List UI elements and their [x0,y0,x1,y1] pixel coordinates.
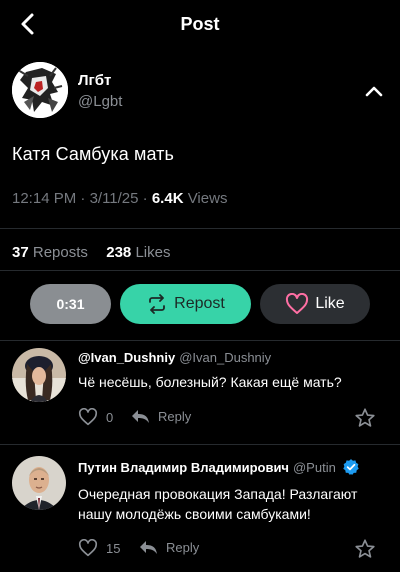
author-handle[interactable]: @Lgbt [78,93,122,110]
star-icon [355,408,375,427]
post-time: 12:14 PM [12,190,77,207]
likes-label[interactable]: Likes [135,244,170,261]
page-title: Post [180,14,220,34]
reply-author-handle[interactable]: @Putin [293,460,336,475]
reply-label: Reply [166,539,200,555]
post-author: Лгбт @Lgbt [12,62,388,118]
reposts-label[interactable]: Reposts [33,244,88,261]
avatar-image [12,456,66,510]
reply-text: Чё несёшь, болезный? Какая ещё мать? [78,374,342,390]
reply-like-count: 0 [106,409,114,425]
reply-author-name[interactable]: Путин Владимир Владимирович [78,460,289,475]
like-label: Like [315,295,345,312]
author-name[interactable]: Лгбт [78,72,111,89]
divider [0,270,400,271]
reply-avatar[interactable] [12,456,66,510]
top-bar: Post [0,0,400,48]
views-count: 6.4K [151,190,184,207]
star-icon [355,539,375,558]
reply-arrow-icon [132,410,149,423]
avatar-image [12,62,68,118]
repost-label: Repost [174,295,225,312]
heart-icon [286,293,309,314]
avatar-image [12,348,66,402]
reply-item: Путин Владимир Владимирович @Putin Очеред… [0,444,400,572]
reply-like-button[interactable]: 15 [78,539,120,557]
reply-header: @Ivan_Dushniy @Ivan_Dushniy [78,350,271,365]
reply-item: @Ivan_Dushniy @Ivan_Dushniy Чё несёшь, бо… [0,340,400,444]
repost-icon [149,294,166,314]
reply-author-name[interactable]: @Ivan_Dushniy [78,350,175,365]
reply-button[interactable]: Reply [138,539,199,555]
repost-button[interactable]: Repost [120,284,251,324]
reply-like-button[interactable]: 0 [78,408,113,426]
reply-like-count: 15 [106,540,121,556]
save-button[interactable] [354,538,376,560]
save-button[interactable] [354,407,376,429]
author-avatar[interactable] [12,62,68,118]
collapse-button[interactable] [362,80,386,104]
meta-separator: · [142,190,152,207]
likes-count[interactable]: 238 [106,244,131,261]
time-button[interactable]: 0:31 [30,284,111,324]
reply-text: Очередная провокация Запада! Разлагают н… [78,486,358,522]
reply-label: Reply [158,408,192,424]
divider [0,228,400,229]
reply-author-handle[interactable]: @Ivan_Dushniy [179,350,271,365]
reposts-count[interactable]: 37 [12,244,29,261]
post-meta: 12:14 PM · 3/11/25 · 6.4K Views [12,190,227,207]
verified-badge-icon [343,459,360,475]
chevron-up-icon [365,86,383,97]
views-label: Views [187,190,228,207]
heart-icon [78,539,98,557]
reply-avatar[interactable] [12,348,66,402]
post-date: 3/11/25 [89,190,139,207]
post-stats: 37 Reposts 238 Likes [12,244,170,261]
post-text: Катя Самбука мать [12,144,174,164]
meta-separator: · [80,190,90,207]
reply-header: Путин Владимир Владимирович @Putin [78,458,360,476]
like-button[interactable]: Like [260,284,370,324]
reply-arrow-icon [140,541,157,554]
heart-icon [78,408,98,426]
reply-button[interactable]: Reply [130,408,191,424]
